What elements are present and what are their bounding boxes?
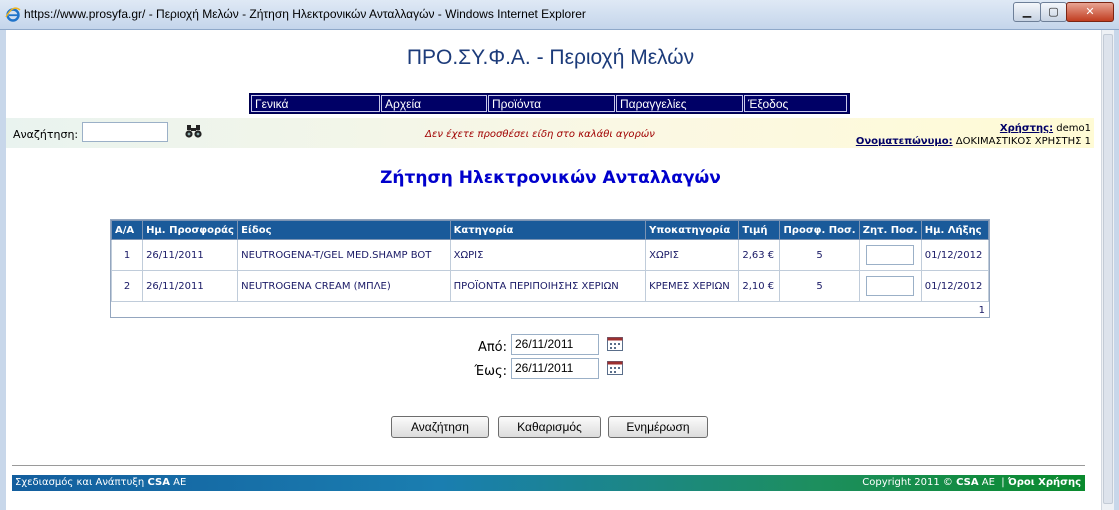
- from-date-input[interactable]: 26/11/2011: [511, 334, 599, 355]
- empty-cart-message: Δεν έχετε προσθέσει είδη στο καλάθι αγορ…: [425, 129, 655, 140]
- minimize-button[interactable]: ▁: [1013, 2, 1041, 22]
- footer-credits-suffix: ΑΕ: [173, 477, 187, 488]
- footer-copyright: Copyright 2011 © CSA ΑΕ | Όροι Χρήσης: [862, 477, 1081, 488]
- cell-item: NEUTROGENA CREAM (ΜΠΛΕ): [237, 270, 451, 302]
- requested-qty-input[interactable]: [866, 245, 915, 265]
- user-info: Χρήστης: demo1: [1000, 123, 1091, 134]
- table-row: 1 26/11/2011 NEUTROGENA-T/GEL MED.SHAMP …: [110, 239, 990, 271]
- vertical-scrollbar[interactable]: [1101, 30, 1114, 510]
- cell-price: 2,63 €: [738, 239, 781, 271]
- cell-aa: 2: [110, 270, 144, 302]
- window-titlebar: https://www.prosyfa.gr/ - Περιοχή Μελών …: [0, 0, 1119, 30]
- col-header-category[interactable]: Κατηγορία: [449, 220, 647, 240]
- menu-item-files[interactable]: Αρχεία: [381, 95, 487, 112]
- scrollbar-thumb[interactable]: [1103, 34, 1113, 504]
- update-button[interactable]: Ενημέρωση: [608, 416, 708, 438]
- cell-price: 2,10 €: [738, 270, 781, 302]
- cell-expiry-date: 01/12/2012: [920, 270, 990, 302]
- cell-expiry-date: 01/12/2012: [920, 239, 990, 271]
- cell-offer-date: 26/11/2011: [142, 270, 239, 302]
- copyright-text: Copyright 2011 ©: [862, 477, 953, 488]
- menu-item-orders[interactable]: Παραγγελίες: [616, 95, 743, 112]
- footer-divider: [12, 465, 1085, 466]
- window-frame-left: [0, 30, 6, 510]
- main-menu: Γενικά Αρχεία Προϊόντα Παραγγελίες Έξοδο…: [249, 93, 850, 114]
- pager-page-1[interactable]: 1: [979, 305, 985, 316]
- table-row: 2 26/11/2011 NEUTROGENA CREAM (ΜΠΛΕ) ΠΡΟ…: [110, 270, 990, 302]
- cell-requested-qty: [858, 239, 922, 271]
- footer-credits: Σχεδιασμός και Ανάπτυξη CSA ΑΕ: [15, 475, 186, 491]
- col-header-offered-qty[interactable]: Προσφ. Ποσ.: [779, 220, 860, 240]
- menu-item-general[interactable]: Γενικά: [251, 95, 380, 112]
- col-header-offer-date[interactable]: Ημ. Προσφοράς: [142, 220, 239, 240]
- to-date-label: Έως:: [474, 364, 507, 379]
- search-button[interactable]: Αναζήτηση: [391, 416, 489, 438]
- close-button[interactable]: ✕: [1066, 2, 1114, 22]
- internet-explorer-icon: [5, 7, 21, 22]
- clear-button[interactable]: Καθαρισμός: [498, 416, 601, 438]
- from-date-label: Από:: [477, 340, 507, 355]
- user-label[interactable]: Χρήστης:: [1000, 123, 1053, 134]
- user-value: demo1: [1056, 123, 1091, 134]
- cell-category: ΧΩΡΙΣ: [449, 239, 647, 271]
- requested-qty-input[interactable]: [866, 276, 915, 296]
- fullname-label[interactable]: Ονοματεπώνυμο:: [856, 136, 953, 147]
- search-label: Αναζήτηση:: [13, 128, 79, 141]
- col-header-price[interactable]: Τιμή: [738, 220, 781, 240]
- cell-offered-qty: 5: [779, 239, 860, 271]
- cell-offered-qty: 5: [779, 270, 860, 302]
- cell-offer-date: 26/11/2011: [142, 239, 239, 271]
- page-title: Ζήτηση Ηλεκτρονικών Ανταλλαγών: [380, 168, 721, 188]
- menu-item-products[interactable]: Προϊόντα: [488, 95, 615, 112]
- copyright-brand: CSA: [956, 477, 979, 488]
- offers-grid: Α/Α Ημ. Προσφοράς Είδος Κατηγορία Υποκατ…: [110, 220, 990, 302]
- col-header-subcategory[interactable]: Υποκατηγορία: [645, 220, 740, 240]
- maximize-button[interactable]: ▢: [1040, 2, 1067, 22]
- menu-item-exit[interactable]: Έξοδος: [744, 95, 847, 112]
- col-header-item[interactable]: Είδος: [237, 220, 451, 240]
- cell-aa: 1: [110, 239, 144, 271]
- col-header-aa[interactable]: Α/Α: [110, 220, 144, 240]
- window-title: https://www.prosyfa.gr/ - Περιοχή Μελών …: [24, 7, 586, 21]
- table-header-row: Α/Α Ημ. Προσφοράς Είδος Κατηγορία Υποκατ…: [110, 220, 990, 240]
- pager-divider: [111, 301, 989, 302]
- fullname-value: ΔΟΚΙΜΑΣΤΙΚΟΣ ΧΡΗΣΤΗΣ 1: [955, 136, 1091, 147]
- footer-credits-brand: CSA: [147, 477, 170, 488]
- col-header-expiry-date[interactable]: Ημ. Λήξης: [920, 220, 990, 240]
- col-header-requested-qty[interactable]: Ζητ. Ποσ.: [858, 220, 922, 240]
- footer-bar: Σχεδιασμός και Ανάπτυξη CSA ΑΕ Copyright…: [12, 475, 1085, 491]
- copyright-suffix: ΑΕ: [981, 477, 995, 488]
- footer-credits-text: Σχεδιασμός και Ανάπτυξη: [15, 477, 145, 488]
- fullname-info: Ονοματεπώνυμο: ΔΟΚΙΜΑΣΤΙΚΟΣ ΧΡΗΣΤΗΣ 1: [856, 136, 1091, 147]
- cell-item: NEUTROGENA-T/GEL MED.SHAMP BOT: [237, 239, 451, 271]
- search-input[interactable]: [82, 122, 168, 142]
- terms-of-use-link[interactable]: Όροι Χρήσης: [1008, 477, 1081, 488]
- offers-table: Α/Α Ημ. Προσφοράς Είδος Κατηγορία Υποκατ…: [110, 219, 990, 318]
- calendar-icon[interactable]: [607, 336, 623, 351]
- cell-category: ΠΡΟΪΟΝΤΑ ΠΕΡΙΠΟΙΗΣΗΣ ΧΕΡΙΩΝ: [449, 270, 647, 302]
- to-date-input[interactable]: 26/11/2011: [511, 358, 599, 379]
- cell-subcategory: ΧΩΡΙΣ: [645, 239, 740, 271]
- cell-requested-qty: [858, 270, 922, 302]
- site-title: ΠΡΟ.ΣΥ.Φ.Α. - Περιοχή Μελών: [406, 46, 695, 69]
- cell-subcategory: ΚΡΕΜΕΣ ΧΕΡΙΩΝ: [645, 270, 740, 302]
- calendar-icon[interactable]: [607, 360, 623, 375]
- binoculars-search-icon[interactable]: [185, 125, 202, 138]
